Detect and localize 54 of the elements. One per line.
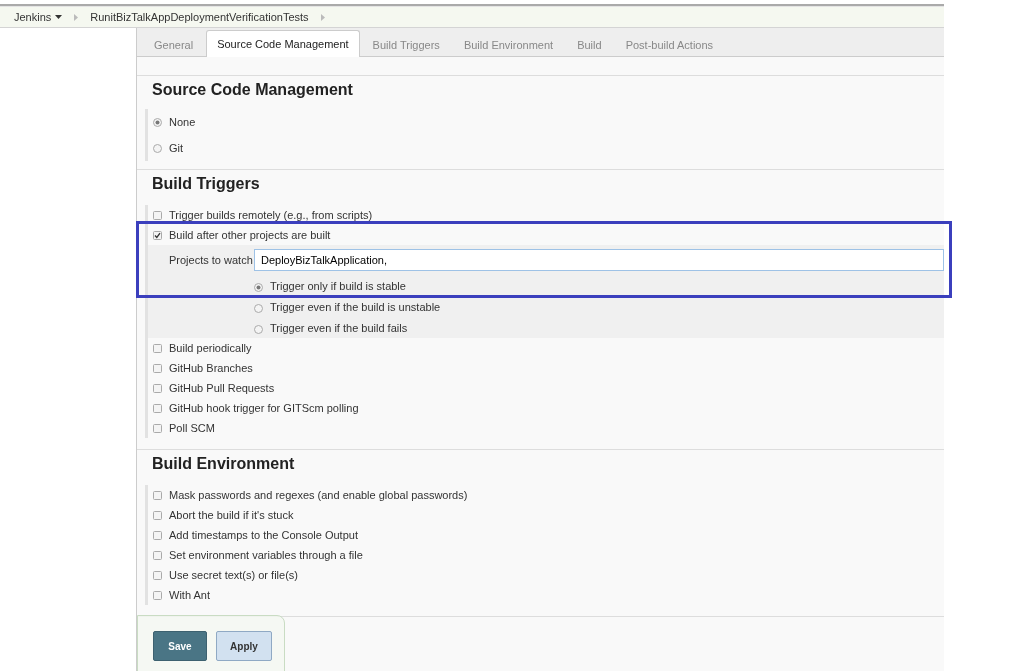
option-label: Use secret text(s) or file(s) — [169, 569, 298, 581]
checkbox[interactable] — [153, 403, 162, 413]
radio-button[interactable] — [153, 117, 162, 127]
section-heading: Build Environment — [152, 454, 296, 474]
option-label: Build after other projects are built — [169, 229, 331, 241]
option-label: With Ant — [169, 589, 210, 601]
projects-field[interactable]: DeployBizTalkApplication, — [254, 249, 944, 271]
breadcrumb-link[interactable]: RunitBizTalkAppDeploymentVerificationTests — [90, 11, 309, 23]
option-label: Abort the build if it's stuck — [169, 509, 294, 521]
checkbox[interactable] — [153, 550, 162, 560]
option-label: Trigger builds remotely (e.g., from scripts) — [169, 209, 373, 221]
save-button[interactable]: Save — [153, 631, 207, 661]
checkbox[interactable] — [153, 210, 162, 220]
option-label: Add timestamps to the Console Output — [169, 529, 358, 541]
checkbox[interactable] — [153, 590, 162, 600]
tab[interactable]: General — [143, 32, 205, 57]
tab[interactable]: Post-build Actions — [614, 32, 725, 57]
option-label: Mask passwords and regexes (and enable global passwords) — [169, 489, 468, 501]
section-heading: Build Triggers — [152, 174, 261, 194]
option-label: Trigger only if build is stable — [270, 279, 406, 292]
checkbox[interactable] — [153, 363, 162, 373]
option-label: Set environment variables through a file — [169, 549, 363, 561]
tab[interactable]: Build — [566, 32, 613, 57]
tab[interactable]: Build Environment — [452, 32, 565, 57]
checkbox[interactable] — [153, 490, 162, 500]
chevron-icon — [320, 13, 325, 21]
option-label: Git — [169, 142, 184, 154]
field-label: Projects to watch — [168, 254, 254, 266]
radio-button[interactable] — [254, 325, 263, 334]
checkbox[interactable] — [153, 343, 162, 353]
checkbox[interactable] — [153, 510, 162, 520]
option-label: Poll SCM — [169, 422, 215, 434]
breadcrumb-link[interactable]: Jenkins — [14, 11, 63, 23]
option-label: Build periodically — [169, 342, 252, 354]
option-label: GitHub Branches — [169, 362, 253, 374]
checkbox[interactable] — [153, 570, 162, 580]
option-label: GitHub hook trigger for GITScm polling — [169, 402, 359, 414]
radio-button[interactable] — [254, 304, 263, 313]
chevron-icon — [74, 13, 79, 21]
option-label: Trigger even if the build is unstable — [270, 300, 441, 313]
tab[interactable]: Source Code Management — [206, 30, 360, 57]
checkbox[interactable] — [153, 530, 162, 540]
apply-button[interactable]: Apply — [216, 631, 272, 661]
tab[interactable]: Build Triggers — [361, 32, 451, 57]
caret-icon[interactable] — [55, 15, 63, 19]
radio-button[interactable] — [254, 283, 263, 292]
option-label: Trigger even if the build fails — [270, 321, 408, 334]
checkbox[interactable] — [153, 383, 162, 393]
checkbox[interactable] — [153, 230, 162, 240]
option-label: GitHub Pull Requests — [169, 382, 275, 394]
radio-button[interactable] — [153, 143, 162, 153]
option-label: None — [169, 116, 196, 128]
section-heading: Source Code Management — [152, 80, 354, 100]
checkbox[interactable] — [153, 423, 162, 433]
